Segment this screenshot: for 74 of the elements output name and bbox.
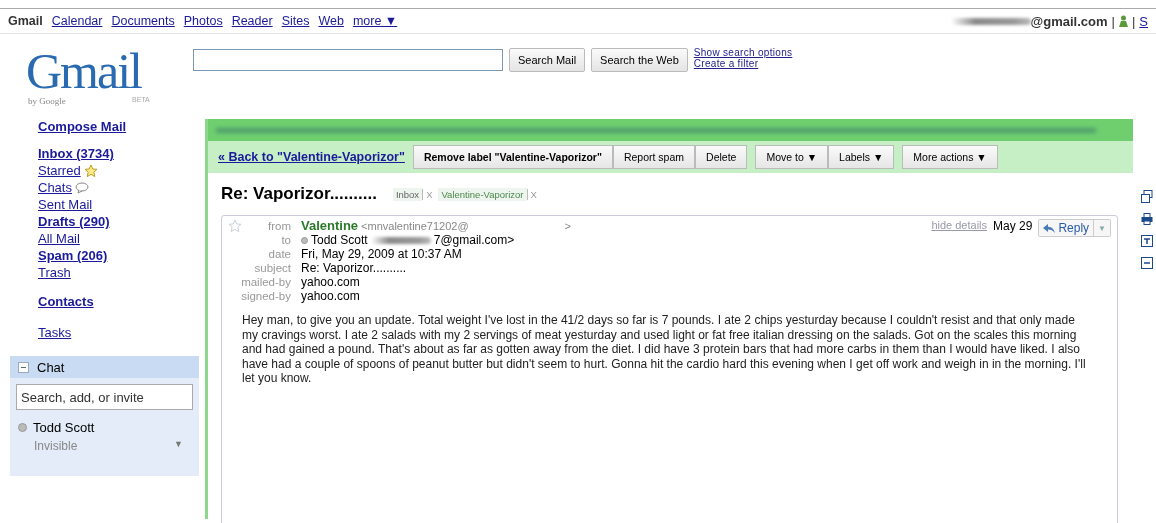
status-dot-icon xyxy=(18,423,27,432)
chat-search-field[interactable]: Search, add, or invite xyxy=(16,384,193,410)
search-option-link[interactable]: Show search options xyxy=(693,47,793,58)
field-value: yahoo.com xyxy=(301,289,360,303)
folder-link[interactable]: Inbox (3734) xyxy=(38,146,114,161)
search-field[interactable] xyxy=(193,49,503,71)
field-label: signed-by xyxy=(240,289,291,303)
nav-link[interactable]: Reader xyxy=(231,14,273,28)
folder-link[interactable]: Chats xyxy=(38,180,72,195)
sender-address: > xyxy=(564,219,571,233)
nav-link[interactable]: Documents xyxy=(111,14,175,28)
folder-link[interactable]: Trash xyxy=(38,265,71,280)
toolbar-button[interactable]: Remove label "Valentine-Vaporizor" xyxy=(412,145,613,169)
field-label: date xyxy=(267,247,291,261)
conversation-subject: Re: Vaporizor.......... xyxy=(221,184,377,204)
folder-link[interactable]: Starred xyxy=(38,163,81,178)
chat-title: Chat xyxy=(37,359,65,375)
sender-address: <mnvalentine71202@ xyxy=(361,219,469,233)
toolbar-button[interactable]: More actions ▼ xyxy=(902,145,998,169)
gmail-nav-label: Gmail xyxy=(8,14,43,28)
field-label: from xyxy=(267,219,291,233)
new-window-icon[interactable] xyxy=(1141,190,1153,203)
recipient-address: 7@gmail.com> xyxy=(433,233,515,247)
field-label: to xyxy=(280,233,291,247)
search-option-link[interactable]: Create a filter xyxy=(693,58,793,69)
label-chip: Inbox xyxy=(392,187,423,201)
speech-bubble-icon xyxy=(74,181,89,194)
separator-text: | xyxy=(1131,13,1136,29)
caret-icon[interactable]: ▼ xyxy=(174,439,183,453)
folder-link[interactable]: Sent Mail xyxy=(38,197,93,212)
print-icon[interactable] xyxy=(1141,213,1153,225)
search-button[interactable]: Search the Web xyxy=(591,48,688,72)
compose-link[interactable]: Compose Mail xyxy=(38,119,127,134)
back-link[interactable]: « Back to "Valentine-Vaporizor" xyxy=(218,150,405,164)
folder-link[interactable]: All Mail xyxy=(38,231,80,246)
field-value: yahoo.com xyxy=(301,275,360,289)
separator-text: | xyxy=(1111,13,1115,29)
nav-link[interactable]: Sites xyxy=(281,14,310,28)
status-dot-icon xyxy=(301,236,308,244)
status-text: Invisible xyxy=(34,439,78,453)
collapse-icon[interactable] xyxy=(1141,257,1153,269)
sender-name: Valentine xyxy=(301,219,359,233)
field-value: Fri, May 29, 2009 at 10:37 AM xyxy=(301,247,462,261)
collapse-icon[interactable] xyxy=(18,361,29,373)
recipient-name: Todd Scott xyxy=(311,233,368,247)
account-email: @gmail.com xyxy=(1030,13,1108,29)
nav-link[interactable]: S xyxy=(1139,13,1148,29)
toolbar-button[interactable]: Report spam xyxy=(612,145,696,169)
contacts-link[interactable]: Contacts xyxy=(38,294,94,309)
star-icon[interactable] xyxy=(228,219,242,233)
nav-link[interactable]: Web xyxy=(318,14,344,28)
expand-icon[interactable] xyxy=(1141,235,1153,247)
field-label: mailed-by xyxy=(240,275,291,289)
redacted-smudge xyxy=(370,236,431,244)
toolbar-button[interactable]: Delete xyxy=(695,145,748,169)
tasks-link[interactable]: Tasks xyxy=(38,325,72,340)
folder-link[interactable]: Spam (206) xyxy=(38,248,108,263)
toolbar-button[interactable]: Move to ▼ xyxy=(755,145,829,169)
star-icon xyxy=(83,163,98,178)
person-icon[interactable] xyxy=(1118,15,1128,27)
message-date: May 29 xyxy=(993,219,1033,233)
label-chip: Valentine-Vaporizor xyxy=(438,187,527,201)
message-body: Hey man, to give you an update. Total weight I've lost in the 41/2 days so far is 7 pounds. I ate 2 chips yesturday because I couldn't resist and that only made my cravings worst. I ate 2 salads with my 2 servings of meat yesturday and used light or fat free italian dressing on the salads. Got on the scales this morning and had gained a pound. That's about as far as gotten away from the diet. I did have 3 protein bars that had more carbs in them than I would have liked. I also have had a couple of spoons of peanut butter but didn't seem to hurt. Gonna hit the cardio hard this evening when I get off work and weigh in in the morning. I'll let you know. xyxy=(242,313,1087,386)
nav-link[interactable]: Calendar xyxy=(51,14,103,28)
reply-button[interactable]: Reply xyxy=(1039,220,1095,236)
toolbar-button[interactable]: Labels ▼ xyxy=(828,145,895,169)
folder-link[interactable]: Drafts (290) xyxy=(38,214,110,229)
nav-link[interactable]: Photos xyxy=(183,14,223,28)
contact-name[interactable]: Todd Scott xyxy=(33,420,95,435)
field-label: subject xyxy=(253,261,291,275)
nav-link[interactable]: more ▼ xyxy=(352,14,398,28)
search-button[interactable]: Search Mail xyxy=(509,48,586,72)
reply-arrow-icon xyxy=(1043,223,1056,233)
field-value: Re: Vaporizor.......... xyxy=(301,261,407,275)
